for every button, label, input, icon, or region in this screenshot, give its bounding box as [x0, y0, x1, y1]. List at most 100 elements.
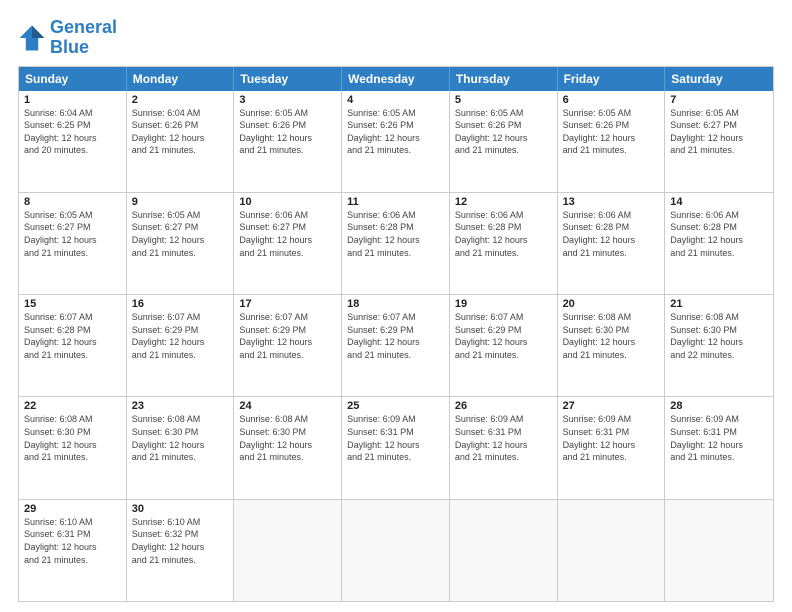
- day-number: 16: [132, 298, 229, 310]
- day-info: Sunrise: 6:05 AM Sunset: 6:27 PM Dayligh…: [132, 209, 229, 259]
- cal-header-cell: Thursday: [450, 67, 558, 91]
- cal-cell: 2Sunrise: 6:04 AM Sunset: 6:26 PM Daylig…: [127, 91, 235, 192]
- cal-cell: 14Sunrise: 6:06 AM Sunset: 6:28 PM Dayli…: [665, 193, 773, 294]
- day-info: Sunrise: 6:10 AM Sunset: 6:32 PM Dayligh…: [132, 516, 229, 566]
- cal-week-row: 29Sunrise: 6:10 AM Sunset: 6:31 PM Dayli…: [19, 499, 773, 601]
- day-info: Sunrise: 6:06 AM Sunset: 6:28 PM Dayligh…: [563, 209, 660, 259]
- cal-cell: [558, 500, 666, 601]
- day-info: Sunrise: 6:07 AM Sunset: 6:29 PM Dayligh…: [239, 311, 336, 361]
- cal-cell: 12Sunrise: 6:06 AM Sunset: 6:28 PM Dayli…: [450, 193, 558, 294]
- cal-cell: 9Sunrise: 6:05 AM Sunset: 6:27 PM Daylig…: [127, 193, 235, 294]
- day-number: 14: [670, 196, 768, 208]
- day-number: 20: [563, 298, 660, 310]
- day-info: Sunrise: 6:09 AM Sunset: 6:31 PM Dayligh…: [347, 413, 444, 463]
- day-info: Sunrise: 6:07 AM Sunset: 6:28 PM Dayligh…: [24, 311, 121, 361]
- day-info: Sunrise: 6:08 AM Sunset: 6:30 PM Dayligh…: [24, 413, 121, 463]
- day-info: Sunrise: 6:04 AM Sunset: 6:26 PM Dayligh…: [132, 107, 229, 157]
- day-number: 30: [132, 503, 229, 515]
- cal-cell: 16Sunrise: 6:07 AM Sunset: 6:29 PM Dayli…: [127, 295, 235, 396]
- day-info: Sunrise: 6:07 AM Sunset: 6:29 PM Dayligh…: [347, 311, 444, 361]
- day-number: 19: [455, 298, 552, 310]
- cal-header-cell: Saturday: [665, 67, 773, 91]
- day-number: 26: [455, 400, 552, 412]
- page: General Blue SundayMondayTuesdayWednesda…: [0, 0, 792, 612]
- day-number: 1: [24, 94, 121, 106]
- cal-cell: 11Sunrise: 6:06 AM Sunset: 6:28 PM Dayli…: [342, 193, 450, 294]
- day-info: Sunrise: 6:09 AM Sunset: 6:31 PM Dayligh…: [670, 413, 768, 463]
- day-number: 12: [455, 196, 552, 208]
- day-number: 10: [239, 196, 336, 208]
- day-number: 25: [347, 400, 444, 412]
- cal-cell: 15Sunrise: 6:07 AM Sunset: 6:28 PM Dayli…: [19, 295, 127, 396]
- day-number: 7: [670, 94, 768, 106]
- day-info: Sunrise: 6:08 AM Sunset: 6:30 PM Dayligh…: [239, 413, 336, 463]
- cal-cell: 19Sunrise: 6:07 AM Sunset: 6:29 PM Dayli…: [450, 295, 558, 396]
- cal-cell: 26Sunrise: 6:09 AM Sunset: 6:31 PM Dayli…: [450, 397, 558, 498]
- cal-cell: 29Sunrise: 6:10 AM Sunset: 6:31 PM Dayli…: [19, 500, 127, 601]
- cal-cell: 24Sunrise: 6:08 AM Sunset: 6:30 PM Dayli…: [234, 397, 342, 498]
- cal-week-row: 8Sunrise: 6:05 AM Sunset: 6:27 PM Daylig…: [19, 192, 773, 294]
- cal-cell: 30Sunrise: 6:10 AM Sunset: 6:32 PM Dayli…: [127, 500, 235, 601]
- day-number: 17: [239, 298, 336, 310]
- cal-header-cell: Wednesday: [342, 67, 450, 91]
- logo-icon: [18, 24, 46, 52]
- cal-cell: 1Sunrise: 6:04 AM Sunset: 6:25 PM Daylig…: [19, 91, 127, 192]
- logo: General Blue: [18, 18, 117, 58]
- calendar-body: 1Sunrise: 6:04 AM Sunset: 6:25 PM Daylig…: [19, 91, 773, 601]
- day-number: 8: [24, 196, 121, 208]
- day-number: 15: [24, 298, 121, 310]
- day-info: Sunrise: 6:07 AM Sunset: 6:29 PM Dayligh…: [455, 311, 552, 361]
- day-number: 23: [132, 400, 229, 412]
- cal-cell: [665, 500, 773, 601]
- cal-cell: 13Sunrise: 6:06 AM Sunset: 6:28 PM Dayli…: [558, 193, 666, 294]
- cal-cell: 18Sunrise: 6:07 AM Sunset: 6:29 PM Dayli…: [342, 295, 450, 396]
- day-number: 18: [347, 298, 444, 310]
- day-number: 6: [563, 94, 660, 106]
- cal-cell: 7Sunrise: 6:05 AM Sunset: 6:27 PM Daylig…: [665, 91, 773, 192]
- cal-cell: 3Sunrise: 6:05 AM Sunset: 6:26 PM Daylig…: [234, 91, 342, 192]
- cal-cell: 4Sunrise: 6:05 AM Sunset: 6:26 PM Daylig…: [342, 91, 450, 192]
- day-info: Sunrise: 6:06 AM Sunset: 6:27 PM Dayligh…: [239, 209, 336, 259]
- cal-cell: 25Sunrise: 6:09 AM Sunset: 6:31 PM Dayli…: [342, 397, 450, 498]
- day-number: 5: [455, 94, 552, 106]
- cal-cell: 23Sunrise: 6:08 AM Sunset: 6:30 PM Dayli…: [127, 397, 235, 498]
- cal-week-row: 15Sunrise: 6:07 AM Sunset: 6:28 PM Dayli…: [19, 294, 773, 396]
- day-info: Sunrise: 6:05 AM Sunset: 6:27 PM Dayligh…: [24, 209, 121, 259]
- cal-cell: 22Sunrise: 6:08 AM Sunset: 6:30 PM Dayli…: [19, 397, 127, 498]
- day-number: 28: [670, 400, 768, 412]
- cal-cell: 6Sunrise: 6:05 AM Sunset: 6:26 PM Daylig…: [558, 91, 666, 192]
- day-number: 11: [347, 196, 444, 208]
- header: General Blue: [18, 18, 774, 58]
- day-number: 21: [670, 298, 768, 310]
- day-info: Sunrise: 6:05 AM Sunset: 6:27 PM Dayligh…: [670, 107, 768, 157]
- day-number: 24: [239, 400, 336, 412]
- cal-cell: 21Sunrise: 6:08 AM Sunset: 6:30 PM Dayli…: [665, 295, 773, 396]
- day-info: Sunrise: 6:05 AM Sunset: 6:26 PM Dayligh…: [563, 107, 660, 157]
- day-info: Sunrise: 6:04 AM Sunset: 6:25 PM Dayligh…: [24, 107, 121, 157]
- day-number: 27: [563, 400, 660, 412]
- calendar-header-row: SundayMondayTuesdayWednesdayThursdayFrid…: [19, 67, 773, 91]
- day-info: Sunrise: 6:06 AM Sunset: 6:28 PM Dayligh…: [670, 209, 768, 259]
- day-info: Sunrise: 6:05 AM Sunset: 6:26 PM Dayligh…: [455, 107, 552, 157]
- cal-cell: 28Sunrise: 6:09 AM Sunset: 6:31 PM Dayli…: [665, 397, 773, 498]
- day-number: 4: [347, 94, 444, 106]
- cal-cell: 17Sunrise: 6:07 AM Sunset: 6:29 PM Dayli…: [234, 295, 342, 396]
- cal-cell: 20Sunrise: 6:08 AM Sunset: 6:30 PM Dayli…: [558, 295, 666, 396]
- day-info: Sunrise: 6:05 AM Sunset: 6:26 PM Dayligh…: [239, 107, 336, 157]
- day-number: 9: [132, 196, 229, 208]
- day-number: 22: [24, 400, 121, 412]
- day-info: Sunrise: 6:10 AM Sunset: 6:31 PM Dayligh…: [24, 516, 121, 566]
- cal-cell: 10Sunrise: 6:06 AM Sunset: 6:27 PM Dayli…: [234, 193, 342, 294]
- day-info: Sunrise: 6:09 AM Sunset: 6:31 PM Dayligh…: [455, 413, 552, 463]
- cal-header-cell: Sunday: [19, 67, 127, 91]
- day-info: Sunrise: 6:08 AM Sunset: 6:30 PM Dayligh…: [132, 413, 229, 463]
- day-number: 2: [132, 94, 229, 106]
- day-info: Sunrise: 6:08 AM Sunset: 6:30 PM Dayligh…: [670, 311, 768, 361]
- cal-header-cell: Friday: [558, 67, 666, 91]
- day-info: Sunrise: 6:08 AM Sunset: 6:30 PM Dayligh…: [563, 311, 660, 361]
- cal-cell: 27Sunrise: 6:09 AM Sunset: 6:31 PM Dayli…: [558, 397, 666, 498]
- cal-week-row: 22Sunrise: 6:08 AM Sunset: 6:30 PM Dayli…: [19, 396, 773, 498]
- cal-week-row: 1Sunrise: 6:04 AM Sunset: 6:25 PM Daylig…: [19, 91, 773, 192]
- day-info: Sunrise: 6:06 AM Sunset: 6:28 PM Dayligh…: [347, 209, 444, 259]
- cal-header-cell: Tuesday: [234, 67, 342, 91]
